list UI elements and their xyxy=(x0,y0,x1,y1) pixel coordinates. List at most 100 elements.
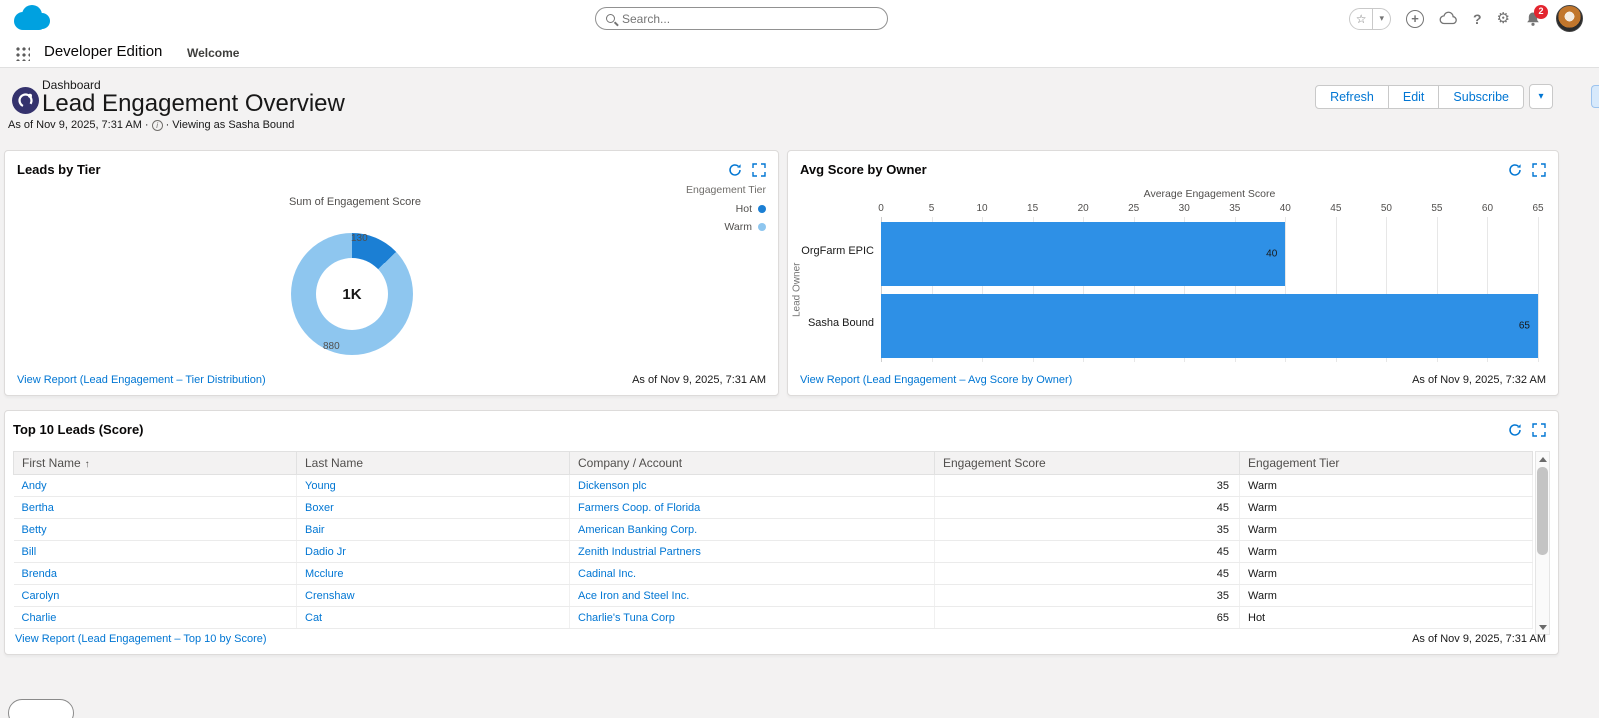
company-link[interactable]: Dickenson plc xyxy=(578,480,646,492)
column-label: Company / Account xyxy=(578,456,683,470)
last-link[interactable]: Bair xyxy=(305,524,325,536)
company-link[interactable]: Ace Iron and Steel Inc. xyxy=(578,590,689,602)
last-link[interactable]: Young xyxy=(305,480,336,492)
widget-toolbar xyxy=(1508,163,1546,177)
favorites-caret-icon[interactable]: ▾ xyxy=(1372,8,1390,29)
column-header-tier[interactable]: Engagement Tier xyxy=(1239,451,1533,475)
widget-refresh-icon[interactable] xyxy=(1508,163,1522,177)
legend-item-hot[interactable]: Hot xyxy=(686,203,766,215)
first-link[interactable]: Andy xyxy=(22,480,47,492)
cell-last: Cat xyxy=(296,606,570,629)
app-launcher-icon[interactable] xyxy=(14,45,30,61)
donut-ring[interactable]: 1K xyxy=(291,233,413,355)
leads-table: First Name ↑ Last Name Company / Account … xyxy=(13,451,1533,629)
widget-refresh-icon[interactable] xyxy=(1508,423,1522,437)
x-axis-tick: 5 xyxy=(928,203,935,214)
last-link[interactable]: Crenshaw xyxy=(305,590,355,602)
global-search xyxy=(595,7,888,30)
view-report-link[interactable]: View Report (Lead Engagement – Tier Dist… xyxy=(17,374,266,386)
global-actions-icon[interactable]: + xyxy=(1405,9,1424,28)
dashboard-button-group: Refresh Edit Subscribe xyxy=(1315,84,1524,109)
last-link[interactable]: Cat xyxy=(305,612,322,624)
viewing-as-text: Viewing as Sasha Bound xyxy=(172,119,295,131)
dashboard-actions: Refresh Edit Subscribe ▾ xyxy=(1315,84,1553,109)
widget-refresh-icon[interactable] xyxy=(728,163,742,177)
last-link[interactable]: Boxer xyxy=(305,502,334,514)
table-row: Carolyn Crenshaw Ace Iron and Steel Inc. 35… xyxy=(13,584,1533,607)
first-link[interactable]: Carolyn xyxy=(22,590,60,602)
widget-expand-icon[interactable] xyxy=(1532,423,1546,437)
company-link[interactable]: Cadinal Inc. xyxy=(578,568,636,580)
view-report-link[interactable]: View Report (Lead Engagement – Top 10 by… xyxy=(15,633,267,645)
tab-welcome[interactable]: Welcome xyxy=(187,46,239,60)
utility-icons: ☆ ▾ + ? ⚙ 2 xyxy=(1348,0,1583,37)
legend-swatch xyxy=(758,223,766,231)
cell-score: 35 xyxy=(934,518,1240,541)
donut-value-hot: 130 xyxy=(351,233,368,244)
widget-as-of: As of Nov 9, 2025, 7:31 AM xyxy=(1412,633,1546,645)
cell-first: Bill xyxy=(13,540,297,563)
widget-leads-by-tier: Leads by Tier Sum of Engagement Score 1K… xyxy=(4,150,779,396)
cell-tier: Warm xyxy=(1239,584,1533,607)
first-link[interactable]: Charlie xyxy=(22,612,57,624)
column-header-last-name[interactable]: Last Name xyxy=(296,451,570,475)
first-link[interactable]: Bertha xyxy=(22,502,54,514)
company-link[interactable]: Farmers Coop. of Florida xyxy=(578,502,700,514)
last-link[interactable]: Mcclure xyxy=(305,568,344,580)
user-avatar[interactable] xyxy=(1556,5,1583,32)
widget-expand-icon[interactable] xyxy=(1532,163,1546,177)
cell-score: 35 xyxy=(934,584,1240,607)
table-header-row: First Name ↑ Last Name Company / Account … xyxy=(13,451,1533,475)
x-axis-tick: 20 xyxy=(1077,203,1089,214)
help-icon[interactable]: ? xyxy=(1473,12,1482,26)
column-header-first-name[interactable]: First Name ↑ xyxy=(13,451,297,475)
company-link[interactable]: Charlie's Tuna Corp xyxy=(578,612,675,624)
scroll-down-icon[interactable] xyxy=(1536,620,1549,634)
legend-item-warm[interactable]: Warm xyxy=(686,221,766,233)
chart-legend: Engagement Tier Hot Warm xyxy=(686,184,766,239)
subscribe-button[interactable]: Subscribe xyxy=(1438,84,1524,109)
x-axis-tick: 0 xyxy=(878,203,884,214)
refresh-button[interactable]: Refresh xyxy=(1315,84,1389,109)
last-link[interactable]: Dadio Jr xyxy=(305,546,346,558)
cell-tier: Warm xyxy=(1239,474,1533,497)
scrollbar-thumb[interactable] xyxy=(1537,467,1548,555)
first-link[interactable]: Betty xyxy=(22,524,47,536)
first-link[interactable]: Bill xyxy=(22,546,37,558)
scroll-up-icon[interactable] xyxy=(1536,452,1549,466)
company-link[interactable]: Zenith Industrial Partners xyxy=(578,546,701,558)
x-axis-tick: 45 xyxy=(1330,203,1342,214)
first-link[interactable]: Brenda xyxy=(22,568,57,580)
column-header-score[interactable]: Engagement Score xyxy=(934,451,1240,475)
view-report-link[interactable]: View Report (Lead Engagement – Avg Score… xyxy=(800,374,1072,386)
info-icon[interactable]: i xyxy=(151,119,163,131)
notifications-bell-icon[interactable]: 2 xyxy=(1525,4,1548,27)
search-input[interactable] xyxy=(622,11,862,26)
table-row: Bill Dadio Jr Zenith Industrial Partners 45… xyxy=(13,540,1533,563)
cell-last: Bair xyxy=(296,518,570,541)
cell-tier: Warm xyxy=(1239,496,1533,519)
widget-title: Avg Score by Owner xyxy=(800,162,927,177)
guidance-cloud-icon[interactable] xyxy=(1439,11,1458,26)
cell-score: 45 xyxy=(934,496,1240,519)
column-label: Last Name xyxy=(305,456,364,470)
edit-button[interactable]: Edit xyxy=(1387,84,1440,109)
bar[interactable]: 40 xyxy=(881,222,1286,286)
chat-widget-button[interactable] xyxy=(8,699,74,718)
right-panel-toggle[interactable] xyxy=(1591,85,1599,108)
cell-last: Crenshaw xyxy=(296,584,570,607)
table-row: Charlie Cat Charlie's Tuna Corp 65 Hot xyxy=(13,606,1533,629)
y-axis-title: Lead Owner xyxy=(791,262,803,317)
column-header-company[interactable]: Company / Account xyxy=(569,451,935,475)
bar-plot-area: 40 65 xyxy=(881,217,1539,362)
more-actions-caret-button[interactable]: ▾ xyxy=(1529,84,1553,109)
widget-title: Top 10 Leads (Score) xyxy=(13,422,144,437)
table-scrollbar[interactable] xyxy=(1535,451,1550,635)
salesforce-dashboard-page: ☆ ▾ + ? ⚙ 2 Developer Edition xyxy=(0,0,1599,718)
salesforce-logo-icon xyxy=(10,3,52,33)
bar[interactable]: 65 xyxy=(881,294,1538,358)
widget-expand-icon[interactable] xyxy=(752,163,766,177)
favorites-star-icon[interactable]: ☆ xyxy=(1350,9,1373,29)
setup-gear-icon[interactable]: ⚙ xyxy=(1497,11,1510,26)
company-link[interactable]: American Banking Corp. xyxy=(578,524,697,536)
